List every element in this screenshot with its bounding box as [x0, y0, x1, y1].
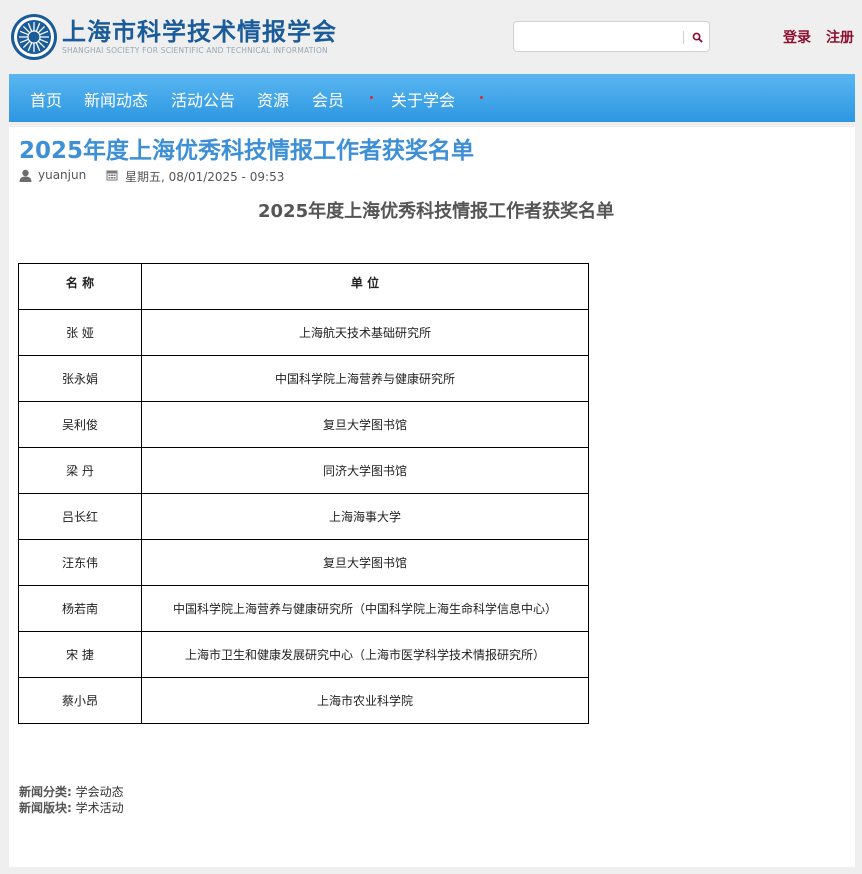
table-header-name: 名 称	[18, 263, 142, 310]
nav-dropdown-indicator	[370, 96, 373, 99]
table-row: 宋 捷 上海市卫生和健康发展研究中心（上海市医学科学技术情报研究所）	[18, 631, 589, 678]
table-cell-org: 上海海事大学	[141, 493, 589, 540]
table-header-org: 单 位	[141, 263, 589, 310]
site-title[interactable]: 上海市科学技术情报学会	[62, 12, 337, 47]
nav-dropdown-indicator	[480, 96, 483, 99]
register-link[interactable]: 注册	[826, 27, 854, 47]
news-category: 新闻分类: 学会动态	[19, 783, 124, 800]
table-row: 梁 丹 同济大学图书馆	[18, 447, 589, 494]
search-input[interactable]	[518, 26, 682, 49]
nav-item-news[interactable]: 新闻动态	[84, 87, 148, 111]
table-row: 吴利俊 复旦大学图书馆	[18, 401, 589, 448]
nav-item-about[interactable]: 关于学会	[391, 87, 455, 111]
table-cell-org: 上海市卫生和健康发展研究中心（上海市医学科学技术情报研究所）	[141, 631, 589, 678]
table-cell-name: 汪东伟	[18, 539, 142, 586]
table-cell-org: 中国科学院上海营养与健康研究所（中国科学院上海生命科学信息中心）	[141, 585, 589, 632]
main-nav: 首页 新闻动态 活动公告 资源 会员 关于学会	[9, 74, 855, 122]
news-section-link[interactable]: 学术活动	[76, 801, 124, 815]
nav-item-resources[interactable]: 资源	[257, 87, 289, 111]
table-cell-org: 上海市农业科学院	[141, 677, 589, 724]
page-title: 2025年度上海优秀科技情报工作者获奖名单	[19, 138, 475, 164]
awards-table: 名 称 单 位 张 娅 上海航天技术基础研究所 张永娟 中国科学院上海营养与健康…	[18, 263, 589, 724]
search-divider	[683, 31, 684, 44]
table-row: 杨若南 中国科学院上海营养与健康研究所（中国科学院上海生命科学信息中心）	[18, 585, 589, 632]
table-row: 张 娅 上海航天技术基础研究所	[18, 309, 589, 356]
table-cell-name: 吴利俊	[18, 401, 142, 448]
search-button[interactable]	[687, 27, 707, 47]
article-date: 星期五, 08/01/2025 - 09:53	[125, 170, 285, 184]
table-cell-name: 张永娟	[18, 355, 142, 402]
table-header-row: 名 称 单 位	[18, 263, 589, 310]
table-cell-org: 复旦大学图书馆	[141, 401, 589, 448]
table-cell-name: 张 娅	[18, 309, 142, 356]
site-subtitle: SHANGHAI SOCIETY FOR SCIENTIFIC AND TECH…	[62, 46, 328, 55]
search-box	[513, 21, 710, 52]
table-cell-name: 蔡小昂	[18, 677, 142, 724]
article-author[interactable]: yuanjun	[38, 168, 86, 182]
nav-item-members[interactable]: 会员	[312, 87, 344, 111]
login-link[interactable]: 登录	[783, 27, 811, 47]
table-cell-name: 梁 丹	[18, 447, 142, 494]
table-cell-name: 吕长红	[18, 493, 142, 540]
search-icon	[692, 32, 703, 43]
article-subtitle: 2025年度上海优秀科技情报工作者获奖名单	[258, 201, 615, 222]
nav-item-events[interactable]: 活动公告	[171, 87, 235, 111]
table-row: 张永娟 中国科学院上海营养与健康研究所	[18, 355, 589, 402]
news-category-link[interactable]: 学会动态	[76, 785, 124, 799]
table-cell-org: 同济大学图书馆	[141, 447, 589, 494]
article-content: 2025年度上海优秀科技情报工作者获奖名单 yuanjun 星期五, 08/01…	[9, 127, 855, 867]
nav-item-home[interactable]: 首页	[30, 87, 62, 111]
table-row: 汪东伟 复旦大学图书馆	[18, 539, 589, 586]
news-category-label: 新闻分类:	[19, 785, 72, 799]
user-icon	[19, 169, 32, 182]
site-header: 上海市科学技术情报学会 SHANGHAI SOCIETY FOR SCIENTI…	[0, 0, 862, 74]
table-cell-name: 杨若南	[18, 585, 142, 632]
news-section: 新闻版块: 学术活动	[19, 799, 124, 816]
calendar-icon	[106, 170, 118, 181]
table-cell-org: 复旦大学图书馆	[141, 539, 589, 586]
table-row: 蔡小昂 上海市农业科学院	[18, 677, 589, 724]
society-logo-icon[interactable]	[10, 13, 58, 61]
table-cell-name: 宋 捷	[18, 631, 142, 678]
table-cell-org: 中国科学院上海营养与健康研究所	[141, 355, 589, 402]
news-section-label: 新闻版块:	[19, 801, 72, 815]
table-row: 吕长红 上海海事大学	[18, 493, 589, 540]
table-cell-org: 上海航天技术基础研究所	[141, 309, 589, 356]
